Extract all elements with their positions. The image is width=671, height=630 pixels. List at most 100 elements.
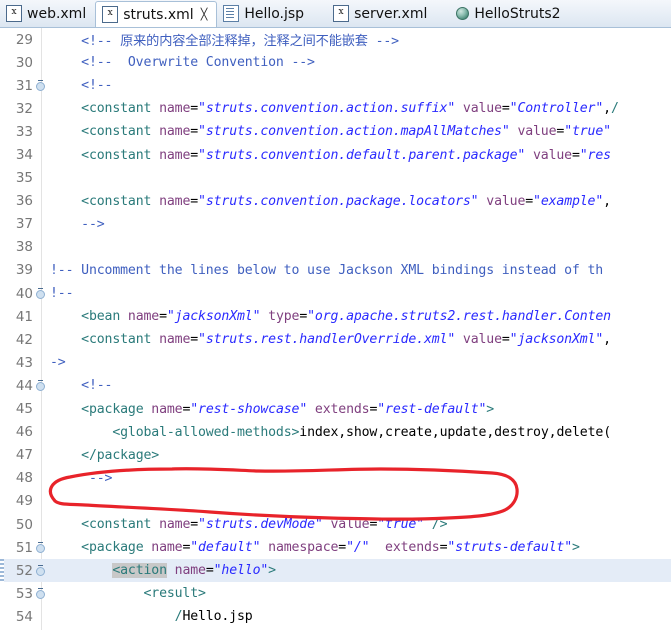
line-number: 29	[15, 31, 33, 48]
code-text[interactable]: -->	[47, 217, 671, 232]
line-number: 48	[15, 470, 33, 487]
line-number: 40	[15, 285, 33, 302]
code-line[interactable]: 49	[0, 490, 671, 513]
line-number: 37	[15, 216, 33, 233]
code-text[interactable]: <bean name="jacksonXml" type="org.apache…	[47, 309, 671, 324]
code-text[interactable]: <constant name="struts.convention.defaul…	[47, 148, 671, 163]
code-text[interactable]: <constant name="struts.convention.action…	[47, 124, 671, 139]
close-icon[interactable]: ╳	[201, 9, 208, 20]
line-number: 39	[15, 262, 33, 279]
tab-label: Hello.jsp	[244, 5, 305, 22]
code-line[interactable]: 33 <constant name="struts.convention.act…	[0, 120, 671, 143]
code-text[interactable]: <!--	[47, 378, 671, 393]
line-number: 36	[15, 193, 33, 210]
code-line[interactable]: 42 <constant name="struts.rest.handlerOv…	[0, 328, 671, 351]
code-text[interactable]: /Hello.jsp	[47, 609, 671, 624]
code-editor[interactable]: 29 <!-- 原来的内容全部注释掉，注释之间不能嵌套 --> 30 <!-- O…	[0, 28, 671, 630]
tab-label: server.xml	[354, 5, 428, 22]
tab-web-xml[interactable]: x web.xml	[0, 0, 95, 27]
code-text[interactable]: </package>	[47, 448, 671, 463]
code-line[interactable]: 40 !--	[0, 282, 671, 305]
line-number: 31	[15, 77, 33, 94]
code-line[interactable]: 36 <constant name="struts.convention.pac…	[0, 190, 671, 213]
code-text[interactable]: <package name="default" namespace="/" ex…	[47, 540, 671, 555]
code-line[interactable]: 30 <!-- Overwrite Convention -->	[0, 51, 671, 74]
code-text[interactable]: -->	[47, 471, 671, 486]
line-number: 44	[15, 377, 33, 394]
tab-struts-xml[interactable]: x struts.xml ╳	[95, 1, 218, 27]
code-line[interactable]: 45 <package name="rest-showcase" extends…	[0, 398, 671, 421]
line-number: 45	[15, 401, 33, 418]
line-number: 47	[15, 447, 33, 464]
code-line[interactable]: 41 <bean name="jacksonXml" type="org.apa…	[0, 305, 671, 328]
fold-collapse-icon[interactable]	[34, 288, 47, 299]
line-number: 33	[15, 123, 33, 140]
code-line[interactable]: 32 <constant name="struts.convention.act…	[0, 97, 671, 120]
tab-hello-jsp[interactable]: Hello.jsp	[217, 0, 313, 27]
fold-collapse-icon[interactable]	[34, 565, 47, 576]
code-text[interactable]: <action name="hello">	[47, 563, 671, 579]
code-text[interactable]: !-- Uncomment the lines below to use Jac…	[47, 263, 671, 278]
code-line[interactable]: 34 <constant name="struts.convention.def…	[0, 143, 671, 166]
code-line[interactable]: 50 <constant name="struts.devMode" value…	[0, 513, 671, 536]
line-number: 51	[15, 539, 33, 556]
line-number: 38	[15, 239, 33, 256]
code-line[interactable]: 54 /Hello.jsp	[0, 605, 671, 628]
line-number: 35	[15, 170, 33, 187]
code-line[interactable]: 38	[0, 236, 671, 259]
tab-server-xml[interactable]: x server.xml	[327, 0, 436, 27]
fold-collapse-icon[interactable]	[34, 542, 47, 553]
code-text[interactable]: ->	[47, 355, 671, 370]
line-number: 49	[15, 493, 33, 510]
code-text[interactable]: <!--	[47, 78, 671, 93]
line-number: 46	[15, 424, 33, 441]
tab-hellostruts2[interactable]: HelloStruts2	[450, 0, 569, 27]
code-text[interactable]: <!-- 原来的内容全部注释掉，注释之间不能嵌套 -->	[47, 30, 671, 49]
code-line[interactable]: 39 !-- Uncomment the lines below to use J…	[0, 259, 671, 282]
code-text[interactable]: <global-allowed-methods>index,show,creat…	[47, 425, 671, 440]
line-number: 42	[15, 331, 33, 348]
fold-collapse-icon[interactable]	[34, 80, 47, 91]
code-line[interactable]: 52 <action name="hello">	[0, 559, 671, 583]
editor-tab-bar: x web.xml x struts.xml ╳ Hello.jsp x ser…	[0, 0, 671, 28]
code-line[interactable]: 35	[0, 167, 671, 190]
line-number: 52	[15, 562, 33, 579]
line-number: 50	[15, 516, 33, 533]
code-line[interactable]: 31 <!--	[0, 74, 671, 97]
line-number: 54	[15, 608, 33, 625]
code-text[interactable]: <package name="rest-showcase" extends="r…	[47, 402, 671, 417]
line-number: 53	[15, 585, 33, 602]
code-text[interactable]: !--	[47, 286, 671, 301]
line-number: 41	[15, 308, 33, 325]
code-text[interactable]: <constant name="struts.devMode" value="t…	[47, 517, 671, 532]
tab-label: struts.xml	[123, 6, 194, 23]
code-line[interactable]: 51 <package name="default" namespace="/"…	[0, 536, 671, 559]
line-number: 34	[15, 147, 33, 164]
code-text[interactable]: <constant name="struts.convention.action…	[47, 101, 671, 116]
code-line[interactable]: 44 <!--	[0, 374, 671, 397]
code-line[interactable]: 47 </package>	[0, 444, 671, 467]
code-text[interactable]: <!-- Overwrite Convention -->	[47, 55, 671, 70]
code-line[interactable]: 29 <!-- 原来的内容全部注释掉，注释之间不能嵌套 -->	[0, 28, 671, 51]
fold-collapse-icon[interactable]	[34, 380, 47, 391]
tab-label: HelloStruts2	[474, 5, 561, 22]
xml-file-icon: x	[333, 5, 350, 22]
code-line[interactable]: 43 ->	[0, 351, 671, 374]
line-number: 30	[15, 54, 33, 71]
jsp-file-icon	[223, 5, 240, 22]
xml-file-icon: x	[6, 5, 22, 22]
tab-label: web.xml	[27, 5, 87, 22]
code-text[interactable]: <constant name="struts.rest.handlerOverr…	[47, 332, 671, 347]
code-lines[interactable]: 29 <!-- 原来的内容全部注释掉，注释之间不能嵌套 --> 30 <!-- O…	[0, 28, 671, 630]
line-number: 32	[15, 100, 33, 117]
globe-icon	[456, 7, 470, 20]
code-text[interactable]: <constant name="struts.convention.packag…	[47, 194, 671, 209]
code-line[interactable]: 37 -->	[0, 213, 671, 236]
code-line[interactable]: 53 <result>	[0, 582, 671, 605]
code-line[interactable]: 46 <global-allowed-methods>index,show,cr…	[0, 421, 671, 444]
code-text[interactable]: <result>	[47, 586, 671, 601]
fold-collapse-icon[interactable]	[34, 588, 47, 599]
line-number: 43	[15, 354, 33, 371]
code-line[interactable]: 48 -->	[0, 467, 671, 490]
xml-file-icon: x	[102, 6, 119, 23]
